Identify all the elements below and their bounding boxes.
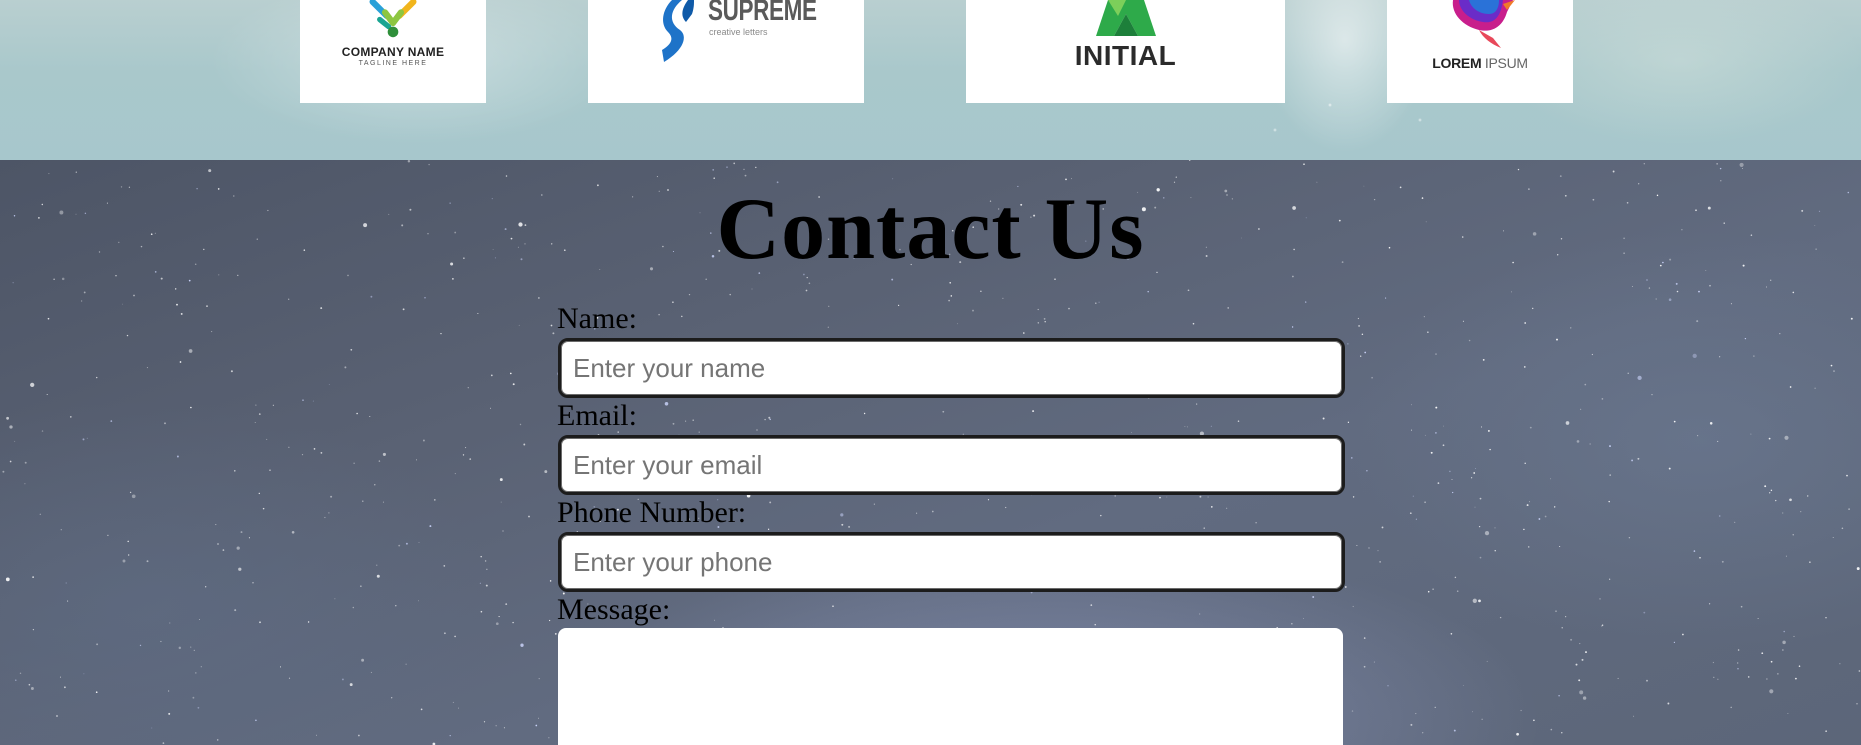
company-logo-tagline: TAGLINE HERE xyxy=(358,60,428,67)
lorem-ipsum-logo-icon xyxy=(1452,0,1515,48)
company-logo-icon xyxy=(369,0,417,38)
company-logo-name: COMPANY NAME xyxy=(341,45,445,59)
message-label: Message: xyxy=(557,593,671,626)
name-label: Name: xyxy=(557,302,637,335)
page: COMPANY NAME TAGLINE HERE SUPREME creati… xyxy=(0,0,1861,745)
phone-input[interactable] xyxy=(558,532,1345,592)
supreme-logo-name: SUPREME xyxy=(708,0,817,27)
logo-card-company[interactable]: COMPANY NAME TAGLINE HERE xyxy=(300,0,486,103)
email-input[interactable] xyxy=(558,435,1345,495)
message-textarea[interactable] xyxy=(558,628,1343,745)
logo-strip: COMPANY NAME TAGLINE HERE SUPREME creati… xyxy=(0,0,1861,160)
initial-logo-name: INITIAL xyxy=(1074,40,1177,71)
email-label: Email: xyxy=(557,399,637,432)
initial-logo-icon xyxy=(1096,0,1156,36)
logo-card-lorem-ipsum[interactable]: LOREM IPSUM xyxy=(1387,0,1573,103)
contact-title: Contact Us xyxy=(716,181,1145,278)
logo-card-initial[interactable]: INITIAL xyxy=(966,0,1285,103)
name-input[interactable] xyxy=(558,338,1345,398)
ipsum-text: IPSUM xyxy=(1484,55,1528,71)
lorem-ipsum-logo-name: LOREM IPSUM xyxy=(1387,55,1573,71)
supreme-logo-tagline: creative letters xyxy=(709,27,768,37)
logo-card-supreme[interactable]: SUPREME creative letters xyxy=(588,0,864,103)
lorem-text: LOREM xyxy=(1432,55,1482,71)
phone-label: Phone Number: xyxy=(557,496,747,529)
supreme-logo-icon xyxy=(662,0,694,62)
